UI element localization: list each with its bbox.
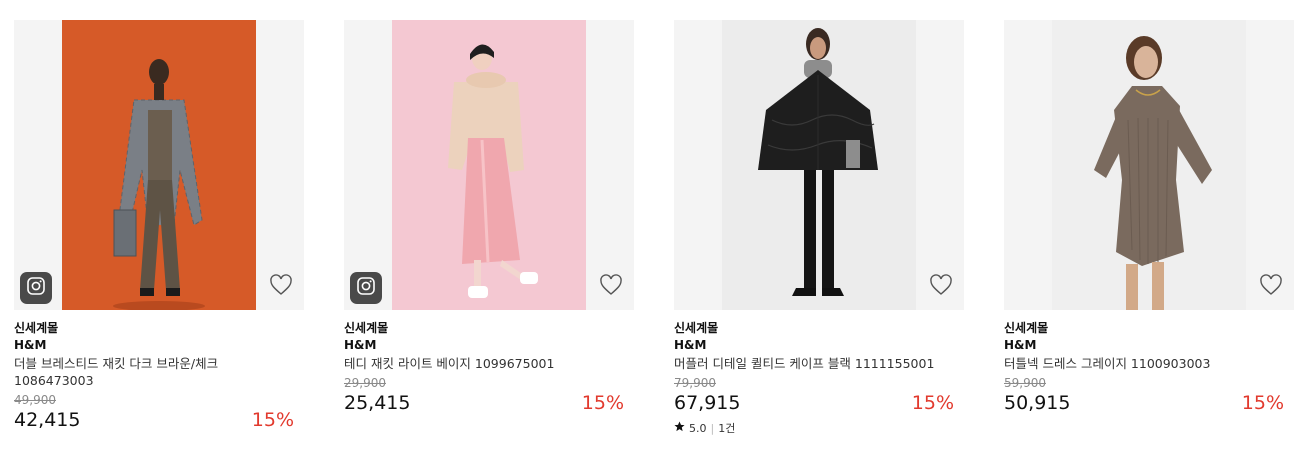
product-card[interactable]: 신세계몰 H&M 터틀넥 드레스 그레이지 1100903003 59,900 … xyxy=(1004,20,1294,415)
product-card[interactable]: 신세계몰 H&M 테디 재킷 라이트 베이지 1099675001 29,900… xyxy=(344,20,634,415)
rating-divider: | xyxy=(710,421,715,435)
discount-rate: 15% xyxy=(581,392,624,414)
price-row: 25,415 15% xyxy=(344,391,634,415)
product-name[interactable]: 테디 재킷 라이트 베이지 1099675001 xyxy=(344,355,614,372)
discount-rate: 15% xyxy=(251,409,294,431)
heart-outline-icon xyxy=(599,274,623,300)
product-image[interactable] xyxy=(1004,20,1294,310)
seller-name: 신세계몰 xyxy=(344,321,389,335)
product-photo xyxy=(1052,20,1246,310)
product-info: 신세계몰 H&M 더블 브레스티드 재킷 다크 브라운/체크 108647300… xyxy=(14,310,304,432)
discount-rate: 15% xyxy=(911,392,954,414)
original-price: 29,900 xyxy=(344,376,386,390)
star-icon xyxy=(674,421,685,436)
product-photo xyxy=(62,20,256,310)
seller-name: 신세계몰 xyxy=(14,321,59,335)
brand-name: H&M xyxy=(344,338,377,352)
heart-outline-icon xyxy=(929,274,953,300)
instagram-badge[interactable] xyxy=(350,272,382,304)
wishlist-button[interactable] xyxy=(928,274,954,300)
product-info: 신세계몰 H&M 테디 재킷 라이트 베이지 1099675001 29,900… xyxy=(344,310,634,415)
sale-price: 25,415 xyxy=(344,392,411,414)
heart-outline-icon xyxy=(1259,274,1283,300)
product-grid: 신세계몰 H&M 더블 브레스티드 재킷 다크 브라운/체크 108647300… xyxy=(0,0,1299,469)
seller-name: 신세계몰 xyxy=(674,321,719,335)
product-info: 신세계몰 H&M 머플러 디테일 퀼티드 케이프 블랙 1111155001 7… xyxy=(674,310,964,436)
product-name[interactable]: 머플러 디테일 퀼티드 케이프 블랙 1111155001 xyxy=(674,355,944,372)
product-card[interactable]: 신세계몰 H&M 머플러 디테일 퀼티드 케이프 블랙 1111155001 7… xyxy=(674,20,964,436)
product-image[interactable] xyxy=(674,20,964,310)
instagram-badge[interactable] xyxy=(20,272,52,304)
product-photo xyxy=(392,20,586,310)
instagram-icon xyxy=(26,276,46,300)
wishlist-button[interactable] xyxy=(1258,274,1284,300)
instagram-icon xyxy=(356,276,376,300)
sale-price: 42,415 xyxy=(14,409,81,431)
sale-price: 50,915 xyxy=(1004,392,1071,414)
original-price: 59,900 xyxy=(1004,376,1046,390)
original-price: 79,900 xyxy=(674,376,716,390)
review-count: 1건 xyxy=(718,421,736,435)
product-name[interactable]: 더블 브레스티드 재킷 다크 브라운/체크 1086473003 xyxy=(14,355,284,389)
price-row: 67,915 15% xyxy=(674,391,964,415)
heart-outline-icon xyxy=(269,274,293,300)
product-image[interactable] xyxy=(344,20,634,310)
sale-price: 67,915 xyxy=(674,392,741,414)
discount-rate: 15% xyxy=(1241,392,1284,414)
original-price: 49,900 xyxy=(14,393,56,407)
rating-score: 5.0 xyxy=(689,421,707,435)
brand-name: H&M xyxy=(674,338,707,352)
product-info: 신세계몰 H&M 터틀넥 드레스 그레이지 1100903003 59,900 … xyxy=(1004,310,1294,415)
product-image[interactable] xyxy=(14,20,304,310)
price-row: 50,915 15% xyxy=(1004,391,1294,415)
brand-name: H&M xyxy=(1004,338,1037,352)
product-photo xyxy=(722,20,916,310)
product-card[interactable]: 신세계몰 H&M 더블 브레스티드 재킷 다크 브라운/체크 108647300… xyxy=(14,20,304,432)
wishlist-button[interactable] xyxy=(268,274,294,300)
seller-name: 신세계몰 xyxy=(1004,321,1049,335)
price-row: 42,415 15% xyxy=(14,408,304,432)
product-name[interactable]: 터틀넥 드레스 그레이지 1100903003 xyxy=(1004,355,1274,372)
rating-summary[interactable]: 5.0 | 1건 xyxy=(674,421,964,436)
wishlist-button[interactable] xyxy=(598,274,624,300)
brand-name: H&M xyxy=(14,338,47,352)
